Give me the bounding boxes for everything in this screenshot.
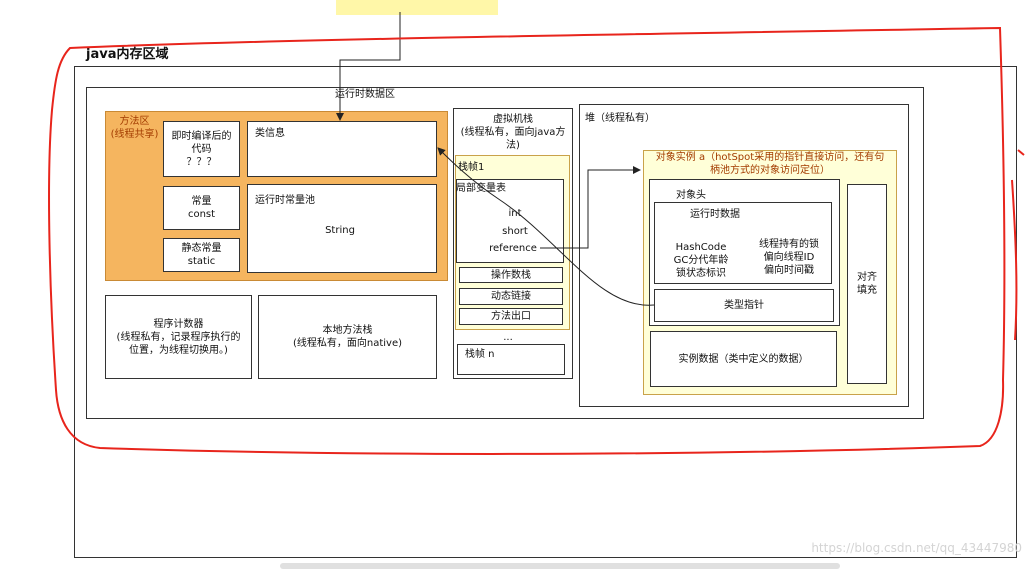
arrow-note-to-class-info [336, 12, 401, 121]
connectors-overlay [48, 12, 1025, 455]
red-annotation-tick [1017, 149, 1025, 156]
red-annotation-stroke [1011, 179, 1018, 341]
bottom-scrollbar[interactable] [280, 563, 840, 569]
red-annotation-outline [48, 26, 1006, 455]
arrow-type-pointer-to-class-info [437, 147, 655, 306]
watermark: https://blog.csdn.net/qq_43447980 [811, 541, 1022, 555]
arrow-reference-to-object [540, 166, 641, 249]
